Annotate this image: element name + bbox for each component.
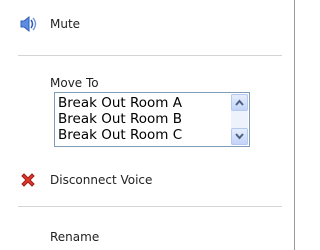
separator	[18, 206, 282, 207]
context-menu: Mute Move To Break Out Room A Break Out …	[0, 0, 295, 250]
scroll-down-button[interactable]	[231, 128, 248, 145]
chevron-up-icon	[235, 99, 244, 106]
chevron-down-icon	[235, 133, 244, 140]
disconnect-voice-label: Disconnect Voice	[50, 173, 153, 187]
rename-menu-item[interactable]: Rename	[0, 225, 294, 249]
mute-menu-item[interactable]: Mute	[0, 12, 294, 36]
scroll-up-button[interactable]	[231, 94, 248, 111]
speaker-icon	[18, 14, 38, 34]
list-item[interactable]: Break Out Room C	[58, 127, 182, 143]
listbox-scrollbar[interactable]	[231, 94, 248, 145]
move-to-label: Move To	[50, 76, 99, 90]
red-x-icon	[18, 170, 38, 190]
room-listbox[interactable]: Break Out Room A Break Out Room B Break …	[54, 92, 250, 147]
list-item[interactable]: Break Out Room B	[58, 111, 182, 127]
list-item[interactable]: Break Out Room A	[58, 95, 182, 111]
disconnect-voice-menu-item[interactable]: Disconnect Voice	[0, 168, 294, 192]
mute-label: Mute	[50, 17, 81, 31]
rename-label: Rename	[50, 230, 100, 244]
separator	[18, 55, 282, 56]
